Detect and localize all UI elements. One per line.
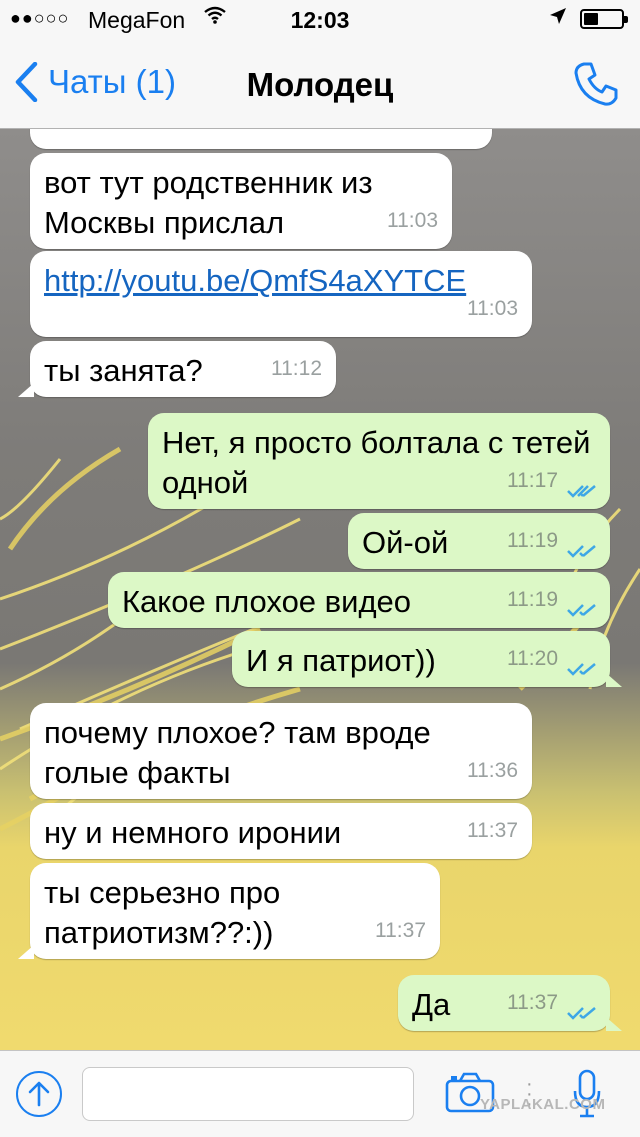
read-ticks-icon: [567, 1007, 596, 1020]
battery-icon: [580, 9, 628, 29]
call-button[interactable]: [570, 58, 622, 115]
message-time: 11:37: [375, 919, 426, 942]
message-bubble-outgoing[interactable]: Ой-ой 11:19: [348, 513, 610, 569]
attach-button[interactable]: [16, 1071, 62, 1117]
status-bar: ●●○○○ MegaFon 12:03: [0, 0, 640, 40]
clock: 12:03: [290, 7, 350, 33]
message-text: ну и немного иронии: [44, 815, 342, 850]
upload-arrow-icon: [28, 1081, 50, 1107]
message-bubble-incoming[interactable]: ты серьезно про патриотизм??:)) 11:37: [18, 863, 440, 959]
message-bubble-outgoing[interactable]: И я патриот)) 11:20: [232, 631, 622, 687]
chat-title[interactable]: Молодец: [0, 66, 640, 104]
message-text: ты серьезно про патриотизм??:)): [44, 875, 281, 950]
input-bar: · · ·: [0, 1050, 640, 1137]
message-time: 11:37: [507, 991, 558, 1014]
message-time: 10:50: [425, 129, 478, 141]
message-time: 11:03: [467, 297, 518, 320]
phone-icon: [574, 62, 618, 106]
message-time: 11:37: [467, 819, 518, 842]
message-bubble-incoming[interactable]: 10:50: [30, 129, 492, 149]
read-ticks-icon: [567, 485, 596, 498]
message-bubble-outgoing[interactable]: Нет, я просто болтала с тетей одной 11:1…: [148, 413, 610, 509]
message-text: почему плохое? там вроде голые факты: [44, 715, 431, 790]
read-ticks-icon: [567, 545, 596, 558]
message-bubble-incoming[interactable]: ты занята? 11:12: [18, 341, 336, 397]
message-time: 11:19: [507, 588, 558, 611]
message-time: 11:19: [507, 529, 558, 552]
message-time: 11:12: [271, 357, 322, 380]
message-time: 11:17: [507, 469, 558, 492]
message-bubble-incoming[interactable]: вот тут родственник из Москвы прислал 11…: [30, 153, 452, 249]
message-text: вот тут родственник из Москвы прислал: [44, 165, 373, 240]
message-bubble-incoming[interactable]: ну и немного иронии 11:37: [30, 803, 532, 859]
message-input[interactable]: [82, 1067, 414, 1121]
read-ticks-icon: [567, 604, 596, 617]
location-arrow-icon: [548, 6, 568, 32]
message-time: 11:20: [507, 647, 558, 670]
message-text: Ой-ой: [362, 525, 449, 560]
read-ticks-icon: [567, 663, 596, 676]
message-link[interactable]: http://youtu.be/QmfS4aXYTCE: [44, 261, 518, 301]
chat-background: 10:50 вот тут родственник из Москвы прис…: [0, 129, 640, 1050]
message-time: 11:03: [387, 209, 438, 232]
message-time: 11:36: [467, 759, 518, 782]
message-bubble-incoming[interactable]: почему плохое? там вроде голые факты 11:…: [30, 703, 532, 799]
message-bubble-outgoing[interactable]: Да 11:37: [398, 975, 622, 1031]
message-bubble-outgoing[interactable]: Какое плохое видео 11:19: [108, 572, 610, 628]
watermark: YAPLAKAL.COM: [480, 1096, 606, 1113]
nav-bar: Чаты (1) Молодец: [0, 40, 640, 129]
message-bubble-incoming[interactable]: http://youtu.be/QmfS4aXYTCE 11:03: [30, 251, 532, 337]
